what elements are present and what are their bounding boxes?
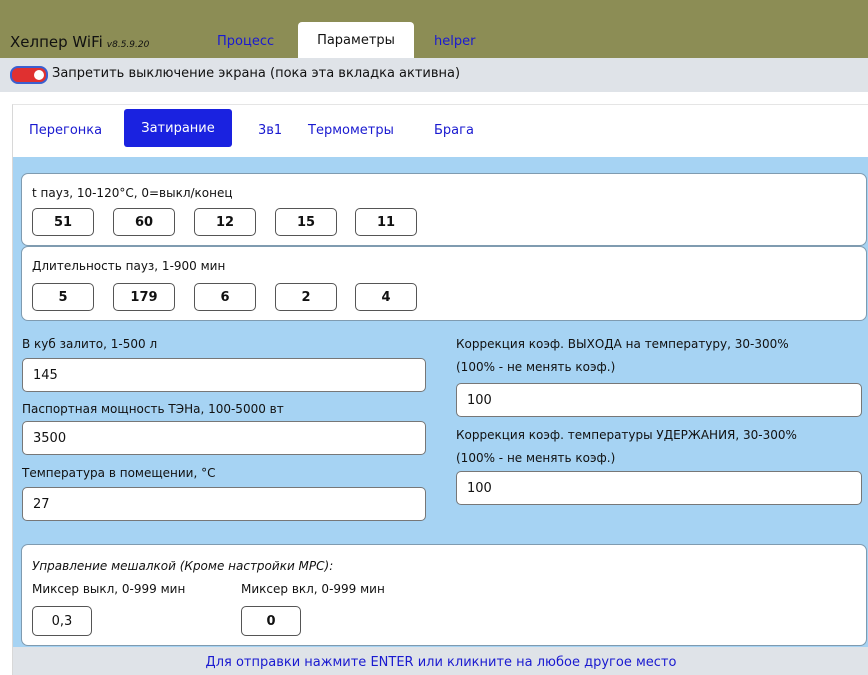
subtab-zatiranie[interactable]: Затирание (124, 109, 232, 147)
pause-temps-label: t пауз, 10-120°С, 0=выкл/конец (32, 186, 233, 200)
pause-temp-input-2[interactable]: 60 (113, 208, 175, 236)
parameters-panel: t пауз, 10-120°С, 0=выкл/конец 51 60 12 … (12, 157, 868, 647)
pause-duration-input-1[interactable]: 5 (32, 283, 94, 311)
subtab-braga[interactable]: Брага (434, 123, 474, 138)
toggle-knob (34, 70, 44, 80)
pause-temp-input-4[interactable]: 15 (275, 208, 337, 236)
power-label: Паспортная мощность ТЭНа, 100-5000 вт (22, 402, 284, 416)
pause-duration-input-5[interactable]: 4 (355, 283, 417, 311)
screen-lock-row: Запретить выключение экрана (пока эта вк… (0, 58, 868, 92)
tab-parameters[interactable]: Параметры (298, 22, 414, 58)
pause-durations-label: Длительность пауз, 1-900 мин (32, 259, 226, 273)
mixer-title: Управление мешалкой (Кроме настройки МРС… (32, 559, 334, 573)
volume-input[interactable]: 145 (22, 358, 426, 392)
submit-hint: Для отправки нажмите ENTER или кликните … (205, 655, 677, 670)
pause-temp-input-3[interactable]: 12 (194, 208, 256, 236)
volume-label: В куб залито, 1-500 л (22, 337, 158, 351)
subtab-peregonka[interactable]: Перегонка (29, 123, 102, 138)
app-version: v8.5.9.20 (106, 40, 150, 50)
room-temp-label: Температура в помещении, °С (22, 466, 216, 480)
tab-process[interactable]: Процесс (217, 34, 274, 49)
mixer-off-input[interactable]: 0,3 (32, 606, 92, 636)
room-temp-input[interactable]: 27 (22, 487, 426, 521)
pause-duration-input-2[interactable]: 179 (113, 283, 175, 311)
exit-coef-hint: (100% - не менять коэф.) (456, 360, 616, 374)
footer: Для отправки нажмите ENTER или кликните … (12, 647, 868, 675)
tab-helper[interactable]: helper (434, 34, 475, 49)
mixer-on-label: Миксер вкл, 0-999 мин (241, 582, 385, 596)
screen-lock-toggle[interactable] (10, 66, 48, 84)
hold-coef-label: Коррекция коэф. температуры УДЕРЖАНИЯ, 3… (456, 428, 797, 442)
subtab-thermometers[interactable]: Термометры (308, 123, 394, 138)
hold-coef-hint: (100% - не менять коэф.) (456, 451, 616, 465)
mixer-off-label: Миксер выкл, 0-999 мин (32, 582, 186, 596)
app-title: Хелпер WiFi v8.5.9.20 (10, 33, 149, 51)
pause-temp-input-1[interactable]: 51 (32, 208, 94, 236)
pause-durations-card: Длительность пауз, 1-900 мин 5 179 6 2 4 (21, 246, 867, 321)
pause-duration-input-4[interactable]: 2 (275, 283, 337, 311)
screen-lock-label: Запретить выключение экрана (пока эта вк… (52, 66, 461, 81)
exit-coef-input[interactable]: 100 (456, 383, 862, 417)
pause-temps-card: t пауз, 10-120°С, 0=выкл/конец 51 60 12 … (21, 173, 867, 246)
pause-duration-input-3[interactable]: 6 (194, 283, 256, 311)
mixer-on-input[interactable]: 0 (241, 606, 301, 636)
app-title-text: Хелпер WiFi (10, 33, 103, 51)
app-header: Хелпер WiFi v8.5.9.20 Процесс Параметры h… (0, 0, 868, 58)
exit-coef-label: Коррекция коэф. ВЫХОДА на температуру, 3… (456, 337, 789, 351)
sub-tabs: Перегонка Затирание 3в1 Термометры Брага (12, 104, 868, 157)
power-input[interactable]: 3500 (22, 421, 426, 455)
hold-coef-input[interactable]: 100 (456, 471, 862, 505)
pause-temp-input-5[interactable]: 11 (355, 208, 417, 236)
mixer-card: Управление мешалкой (Кроме настройки МРС… (21, 544, 867, 646)
subtab-3v1[interactable]: 3в1 (258, 123, 282, 138)
